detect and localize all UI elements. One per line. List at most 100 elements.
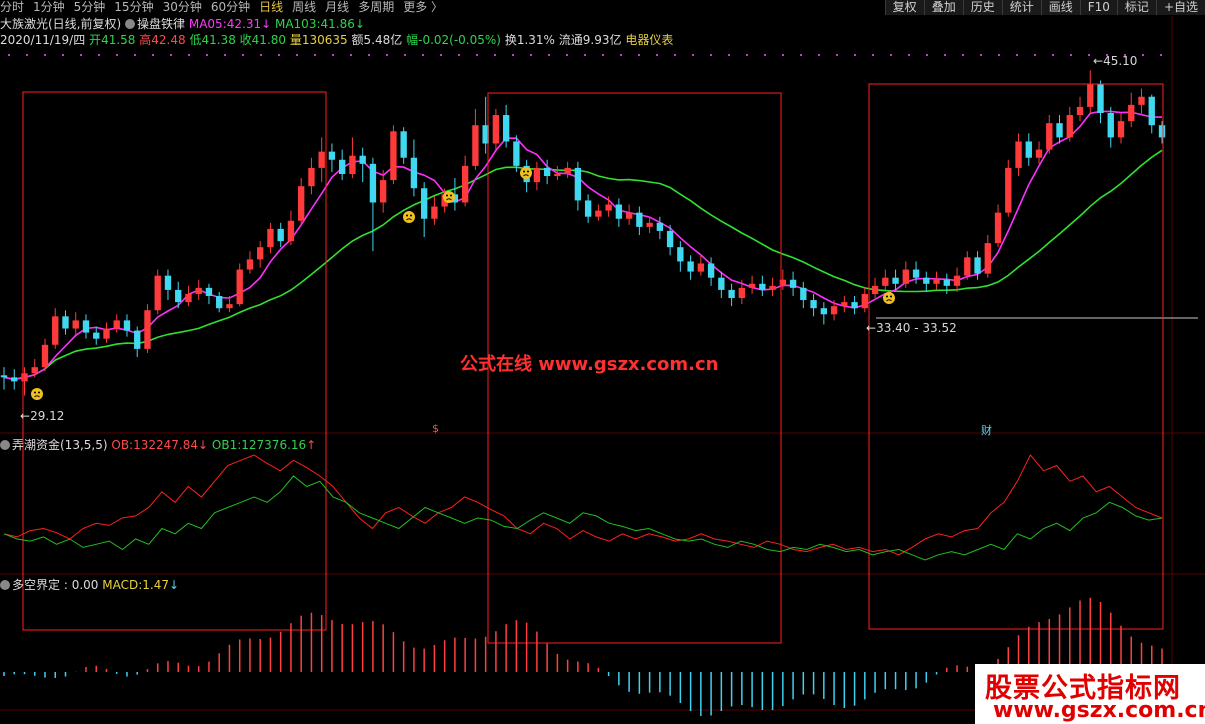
dotted-marker (818, 54, 820, 56)
dotted-marker (1070, 54, 1072, 56)
candle-body (502, 115, 510, 142)
candle-body (205, 287, 213, 296)
emoji-eye (890, 295, 892, 298)
candle-body (349, 155, 356, 174)
dotted-marker (458, 54, 460, 56)
candle-body (41, 344, 49, 368)
candle-body (656, 222, 664, 231)
candle-body (11, 377, 18, 382)
candle-body (584, 200, 592, 217)
candle-body (410, 157, 418, 189)
dotted-marker (332, 54, 334, 56)
candle-body (461, 165, 469, 203)
panel3-name[interactable]: 多空界定 (12, 578, 60, 592)
emoji-eye (446, 194, 448, 197)
highlight-box-1 (22, 91, 327, 631)
dotted-marker (764, 54, 766, 56)
candle-body (123, 320, 131, 331)
dotted-marker (368, 54, 370, 56)
low-price-annotation: ←29.12 (20, 409, 65, 423)
candle-body (1138, 96, 1145, 105)
dotted-marker (908, 54, 910, 56)
dotted-marker (980, 54, 982, 56)
emoji-face-icon (443, 191, 455, 203)
candle-body (871, 285, 879, 294)
dotted-marker (692, 54, 694, 56)
emoji-face-icon (883, 292, 895, 304)
dotted-marker (260, 54, 262, 56)
candle-body (666, 230, 674, 248)
dotted-marker (404, 54, 406, 56)
zero-line-value: : 0.00 (63, 578, 99, 592)
dotted-marker (1052, 54, 1054, 56)
candle-body (912, 269, 920, 278)
candle-body (359, 155, 366, 164)
dotted-marker (314, 54, 316, 56)
candle-body (82, 320, 90, 333)
candle-body (1015, 141, 1022, 168)
emoji-eye (886, 295, 888, 298)
candle-body (820, 308, 827, 315)
dotted-marker (476, 54, 478, 56)
candle-body (472, 125, 479, 166)
dotted-marker (170, 54, 172, 56)
candle-body (113, 320, 120, 329)
candle-body (615, 204, 623, 219)
emoji-eye (38, 391, 40, 394)
dotted-marker (1088, 54, 1090, 56)
emoji-eye (527, 170, 529, 173)
candle-body (841, 302, 848, 307)
candle-body (1117, 121, 1125, 138)
dotted-marker (44, 54, 46, 56)
dotted-marker (440, 54, 442, 56)
dotted-marker (26, 54, 28, 56)
candle-body (851, 302, 858, 309)
candle-body (52, 316, 59, 345)
candle-body (267, 228, 274, 248)
dotted-marker (656, 54, 658, 56)
dotted-marker (116, 54, 118, 56)
candle-body (728, 289, 735, 299)
emoji-eye (450, 194, 452, 197)
ob-arrow: ↓ (198, 438, 209, 452)
macd-label: MACD: (102, 578, 143, 592)
panel3-settings-icon[interactable] (0, 580, 10, 590)
dotted-marker (944, 54, 946, 56)
panel2-settings-icon[interactable] (0, 440, 10, 450)
dotted-marker (800, 54, 802, 56)
dotted-marker (638, 54, 640, 56)
candle-body (308, 167, 315, 187)
dotted-marker (548, 54, 550, 56)
dotted-marker (728, 54, 730, 56)
panel3-header: 多空界定 : 0.00 MACD:1.47↓ (0, 577, 179, 593)
candle-body (1097, 84, 1104, 113)
candle-body (21, 373, 28, 382)
candle-body (257, 247, 264, 260)
candle-body (902, 269, 909, 284)
candle-body (953, 275, 961, 286)
macd-arrow: ↓ (168, 578, 180, 592)
ob-label: OB: (111, 438, 134, 452)
marker-dollar: $ (432, 422, 439, 435)
candle-body (328, 151, 336, 160)
dotted-marker (422, 54, 424, 56)
candle-body (564, 167, 571, 174)
candle-body (1056, 123, 1063, 138)
candle-body (625, 212, 633, 219)
emoji-face-icon (31, 388, 43, 400)
candle-body (687, 261, 694, 272)
candle-body (103, 328, 110, 339)
high-price-annotation: ←45.10 (1093, 54, 1138, 68)
dotted-marker (98, 54, 100, 56)
panel2-name[interactable]: 弄潮资金(13,5,5) (12, 438, 108, 452)
candle-body (595, 210, 602, 217)
candle-body (994, 212, 1002, 244)
candle-body (390, 131, 397, 181)
candle-body (298, 186, 305, 221)
candle-body (1066, 115, 1073, 138)
site-logo: 股票公式指标网 www.gszx.com.cn (975, 664, 1205, 724)
dotted-marker (962, 54, 964, 56)
candle-body (513, 141, 520, 166)
candle-body (1128, 104, 1135, 122)
candle-body (164, 275, 172, 290)
